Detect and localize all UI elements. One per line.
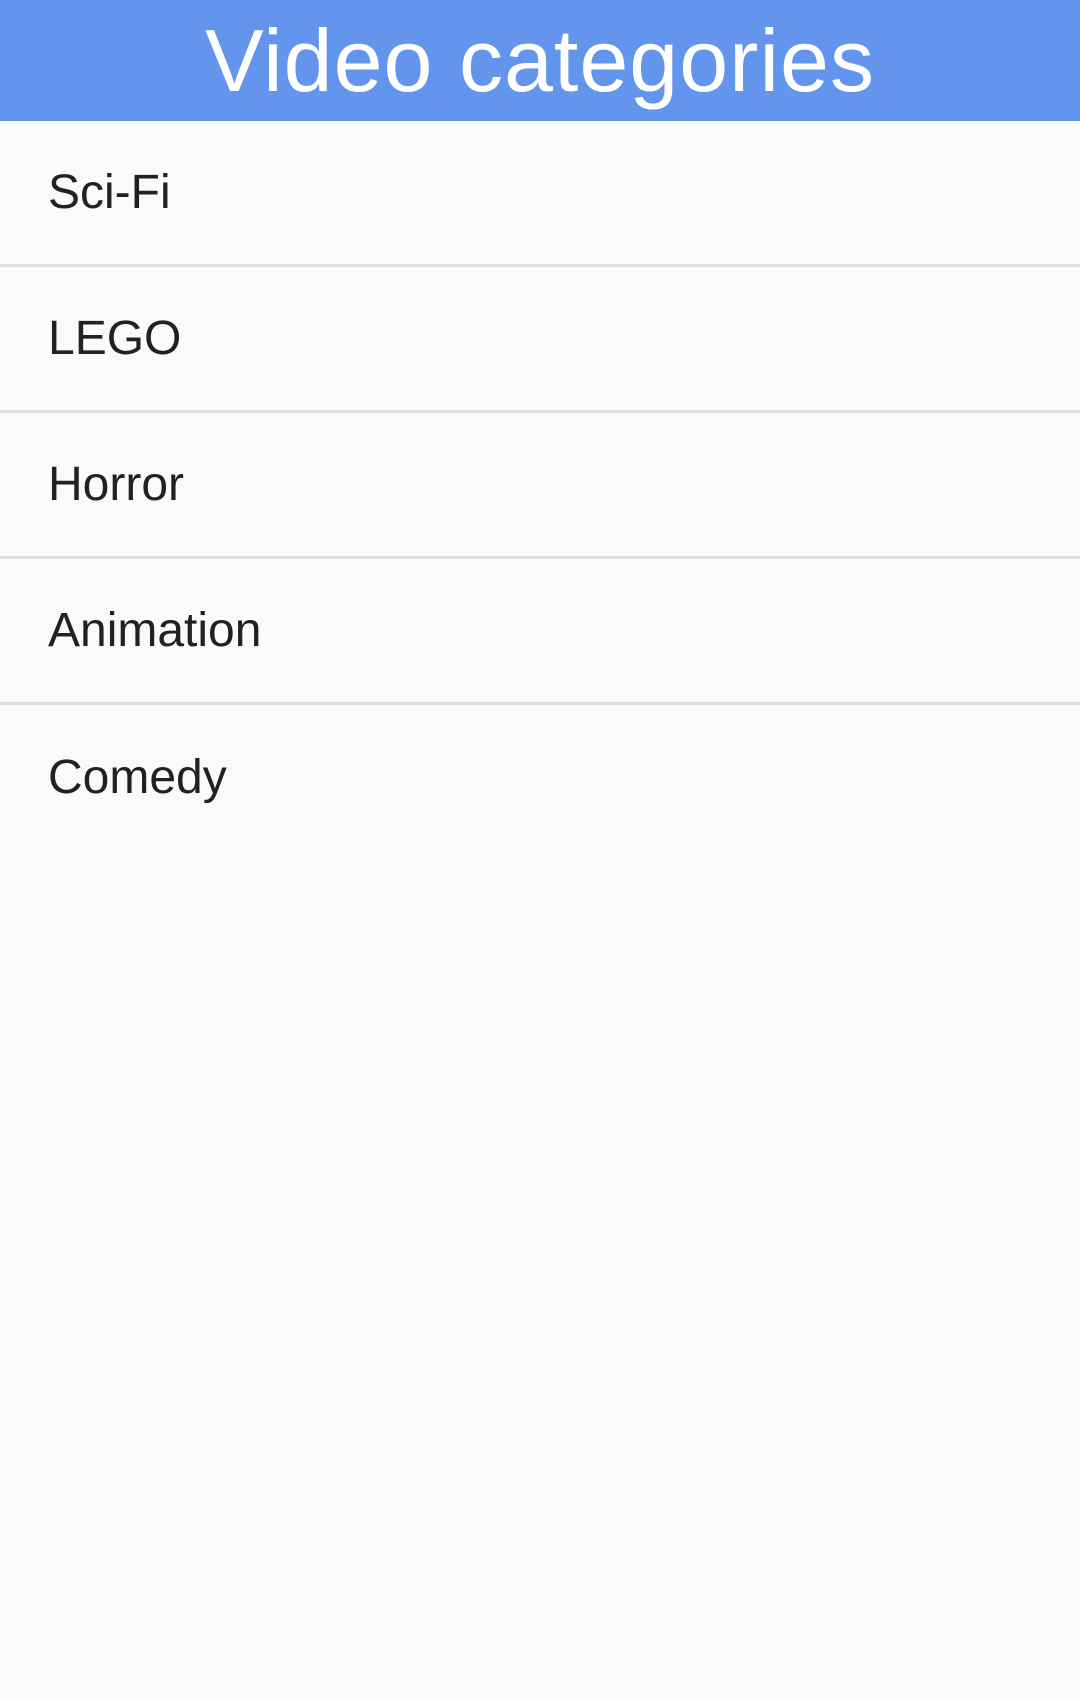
category-label: Comedy (48, 751, 227, 804)
category-item-comedy[interactable]: Comedy (0, 705, 1080, 851)
category-item-sci-fi[interactable]: Sci-Fi (0, 121, 1080, 267)
category-label: LEGO (48, 311, 182, 365)
category-list: Sci-Fi LEGO Horror Animation Comedy (0, 121, 1080, 851)
app-bar: Video categories (0, 0, 1080, 121)
category-label: Sci-Fi (48, 165, 171, 219)
category-item-horror[interactable]: Horror (0, 413, 1080, 559)
category-label: Animation (48, 603, 262, 657)
category-item-animation[interactable]: Animation (0, 559, 1080, 705)
category-item-lego[interactable]: LEGO (0, 267, 1080, 413)
page-title: Video categories (205, 10, 875, 110)
category-label: Horror (48, 457, 185, 511)
